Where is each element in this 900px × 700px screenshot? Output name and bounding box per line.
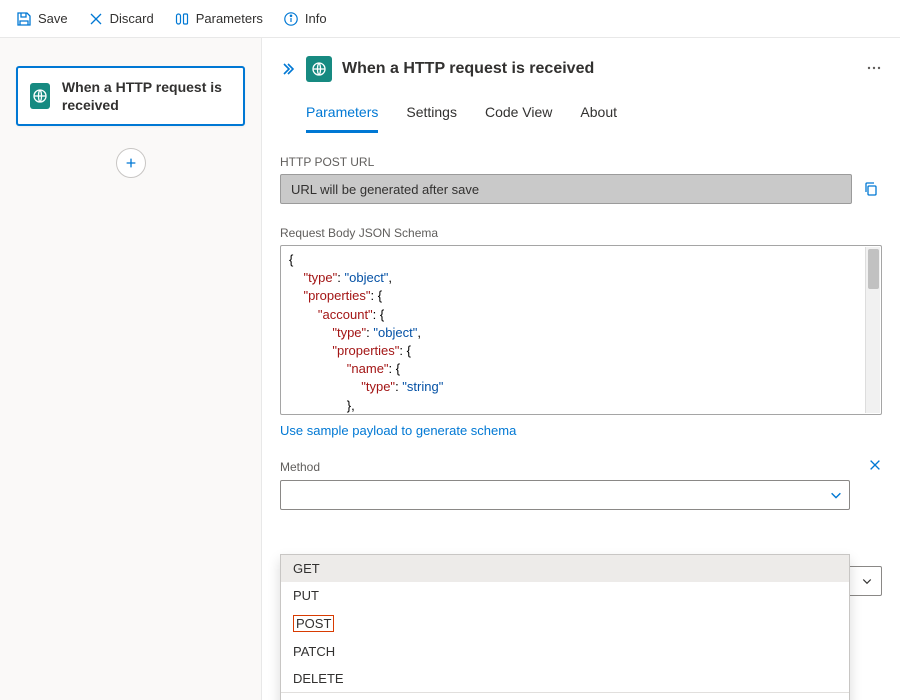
- parameters-button[interactable]: Parameters: [166, 4, 271, 34]
- tab-about[interactable]: About: [580, 98, 617, 133]
- editor-scrollbar-thumb[interactable]: [868, 249, 879, 289]
- info-button[interactable]: Info: [275, 4, 335, 34]
- http-trigger-icon: [30, 83, 50, 109]
- method-label: Method: [280, 460, 320, 474]
- close-icon: [88, 11, 104, 27]
- parameters-label: Parameters: [196, 11, 263, 26]
- tab-code-view[interactable]: Code View: [485, 98, 552, 133]
- info-icon: [283, 11, 299, 27]
- schema-editor[interactable]: { "type": "object", "properties": { "acc…: [280, 245, 882, 415]
- tab-settings[interactable]: Settings: [406, 98, 457, 133]
- panel-tabs: Parameters Settings Code View About: [280, 92, 882, 133]
- method-option-put[interactable]: PUT: [281, 582, 849, 609]
- section-http-post-url: HTTP POST URL URL will be generated afte…: [280, 155, 882, 204]
- info-label: Info: [305, 11, 327, 26]
- save-button[interactable]: Save: [8, 4, 76, 34]
- url-label: HTTP POST URL: [280, 155, 882, 169]
- trigger-card-title: When a HTTP request is received: [62, 78, 231, 114]
- details-panel: When a HTTP request is received Paramete…: [262, 38, 900, 700]
- trigger-card[interactable]: When a HTTP request is received: [16, 66, 245, 126]
- copy-url-button[interactable]: [860, 174, 882, 204]
- editor-scrollbar[interactable]: [865, 247, 880, 413]
- method-option-custom[interactable]: Enter custom value: [281, 692, 849, 700]
- discard-button[interactable]: Discard: [80, 4, 162, 34]
- collapse-panel-button[interactable]: [280, 61, 296, 77]
- panel-title: When a HTTP request is received: [342, 60, 856, 78]
- http-trigger-icon: [306, 56, 332, 82]
- method-combobox[interactable]: [280, 480, 850, 510]
- more-menu-button[interactable]: [866, 60, 882, 79]
- save-label: Save: [38, 11, 68, 26]
- discard-label: Discard: [110, 11, 154, 26]
- schema-label: Request Body JSON Schema: [280, 226, 882, 240]
- method-dropdown: GET PUT POST PATCH DELETE Enter custom v…: [280, 554, 850, 700]
- method-option-get[interactable]: GET: [281, 555, 849, 582]
- add-step-button[interactable]: [116, 148, 146, 178]
- method-option-delete[interactable]: DELETE: [281, 665, 849, 692]
- tab-parameters[interactable]: Parameters: [306, 98, 378, 133]
- section-request-body-schema: Request Body JSON Schema { "type": "obje…: [280, 226, 882, 438]
- method-option-post[interactable]: POST: [281, 609, 849, 638]
- method-option-patch[interactable]: PATCH: [281, 638, 849, 665]
- section-method: Method: [280, 458, 882, 510]
- use-sample-payload-link[interactable]: Use sample payload to generate schema: [280, 423, 516, 438]
- designer-canvas: When a HTTP request is received: [0, 38, 262, 700]
- parameters-icon: [174, 11, 190, 27]
- save-icon: [16, 11, 32, 27]
- toolbar: Save Discard Parameters Info: [0, 0, 900, 38]
- url-field: URL will be generated after save: [280, 174, 852, 204]
- remove-method-button[interactable]: [868, 458, 882, 475]
